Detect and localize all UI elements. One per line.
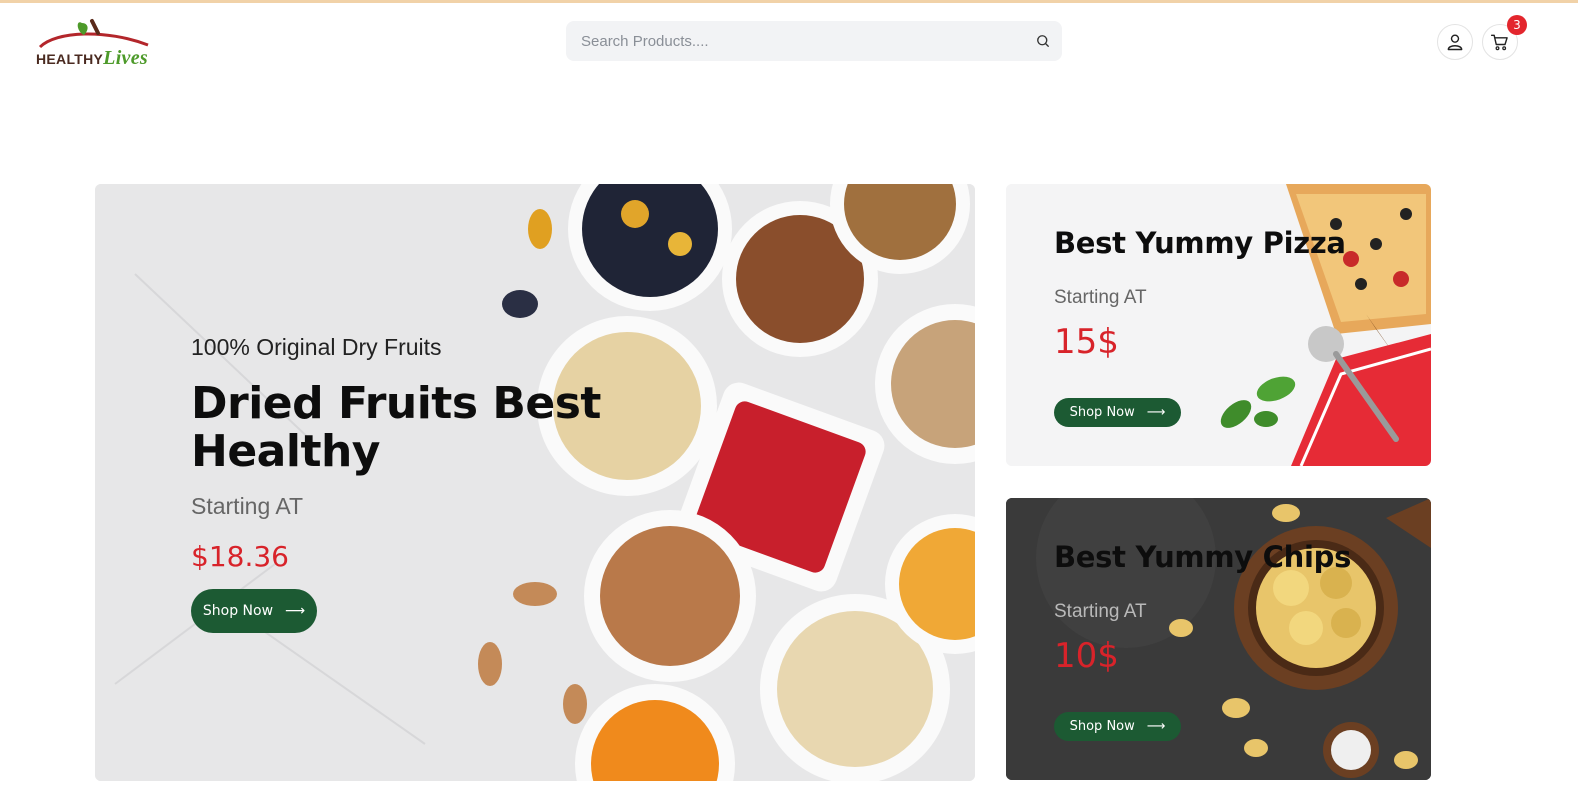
hero-banner-dry-fruits: 100% Original Dry Fruits Dried Fruits Be… (95, 184, 975, 781)
hero-subtitle: 100% Original Dry Fruits (191, 334, 442, 360)
site-header: HEALTHYLives 3 (0, 3, 1578, 83)
shop-now-label: Shop Now (1069, 719, 1135, 734)
promo-starting-label-pizza: Starting AT (1054, 287, 1147, 308)
brand-logo[interactable]: HEALTHYLives (36, 17, 156, 70)
dry-fruits-image (95, 184, 975, 781)
hero-shop-now-button[interactable]: Shop Now ⟶ (191, 589, 317, 633)
search-bar (566, 21, 1062, 61)
hero-title: Dried Fruits Best Healthy (191, 378, 601, 477)
promo-card-chips: Best Yummy Chips Starting AT 10$ Shop No… (1006, 498, 1431, 780)
arrow-right-icon: ⟶ (1146, 405, 1166, 420)
logo-text: HEALTHYLives (36, 47, 148, 70)
logo-word-healthy: HEALTHY (36, 51, 104, 67)
promo-price-chips: 10$ (1054, 636, 1119, 676)
arrow-right-icon: ⟶ (1146, 719, 1166, 734)
promo-title-chips: Best Yummy Chips (1054, 540, 1352, 574)
chips-shop-now-button[interactable]: Shop Now ⟶ (1054, 712, 1181, 741)
account-button[interactable] (1437, 24, 1473, 60)
cart-icon (1490, 34, 1508, 51)
hero-starting-label: Starting AT (191, 493, 304, 519)
promo-price-pizza: 15$ (1054, 322, 1119, 362)
search-input[interactable] (566, 21, 1026, 61)
user-icon (1447, 34, 1463, 51)
shop-now-label: Shop Now (1069, 405, 1135, 420)
arrow-right-icon: ⟶ (285, 603, 306, 619)
hero-price: $18.36 (191, 540, 289, 573)
logo-word-lives: Lives (103, 47, 148, 69)
pizza-shop-now-button[interactable]: Shop Now ⟶ (1054, 398, 1181, 427)
cart-count-badge: 3 (1507, 15, 1527, 35)
search-icon[interactable] (1034, 32, 1052, 50)
promo-card-pizza: Best Yummy Pizza Starting AT 15$ Shop No… (1006, 184, 1431, 466)
promo-starting-label-chips: Starting AT (1054, 601, 1147, 622)
promo-title-pizza: Best Yummy Pizza (1054, 226, 1346, 260)
shop-now-label: Shop Now (202, 603, 274, 619)
